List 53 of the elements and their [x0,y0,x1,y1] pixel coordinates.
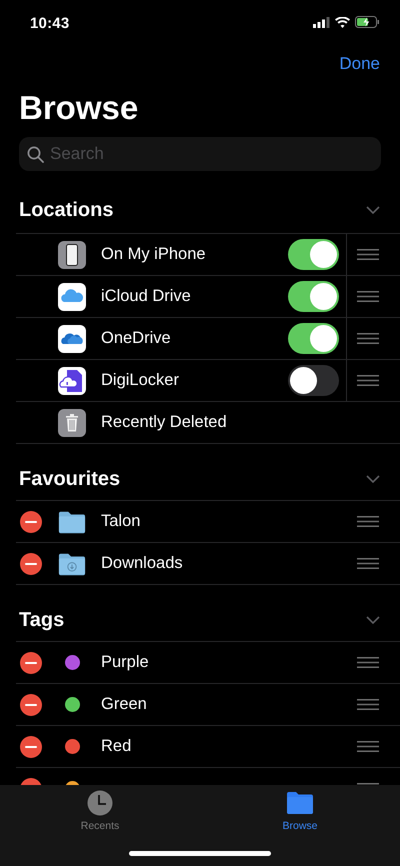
row-label[interactable]: DigiLocker [101,371,288,390]
remove-icon[interactable] [20,552,42,574]
tab-button[interactable]: Browse [200,785,400,833]
drag-handle-icon[interactable] [357,699,379,710]
row-label[interactable]: Recently Deleted [101,413,379,432]
drag-handle-icon[interactable] [357,741,379,752]
done-button[interactable]: Done [339,54,380,74]
section-header: Tags [19,609,64,631]
drag-handle-icon[interactable] [357,375,379,386]
document-cloud-icon [58,366,86,394]
drag-handle-icon[interactable] [357,558,379,569]
remove-icon[interactable] [20,510,42,532]
cloud-icon [58,282,86,310]
status-time: 10:43 [30,14,70,32]
toggle-switch[interactable] [288,281,339,312]
row-label[interactable]: Talon [101,512,357,531]
drag-handle-icon[interactable] [357,333,379,344]
toggle-switch[interactable] [288,239,339,270]
page-title: Browse [19,88,140,128]
section-header: Locations [19,199,114,221]
row-label[interactable]: OneDrive [101,329,288,348]
remove-icon[interactable] [20,652,42,674]
folder-icon [58,510,86,534]
row-label[interactable]: On My iPhone [101,245,288,264]
drag-handle-icon[interactable] [357,516,379,527]
trash-icon [58,408,86,436]
drag-handle-icon[interactable] [357,291,379,302]
folder-icon [287,792,313,814]
chevron-icon[interactable] [366,206,380,214]
search-icon [27,146,44,162]
remove-icon[interactable] [20,694,42,716]
drag-handle-icon[interactable] [357,249,379,260]
row-label[interactable]: Red [101,737,357,756]
row-label[interactable]: Purple [101,653,357,672]
search-field[interactable]: Search [19,137,381,171]
remove-icon[interactable] [20,736,42,758]
cloud-icon [58,324,86,352]
download-folder-icon [58,552,86,576]
row-label[interactable]: Downloads [101,554,357,573]
chevron-icon[interactable] [366,475,380,483]
row-label[interactable]: iCloud Drive [101,287,288,306]
section-header: Favourites [19,468,120,490]
tab-button[interactable]: Recents [0,785,200,833]
chevron-icon[interactable] [366,616,380,624]
toggle-switch[interactable] [288,323,339,354]
drag-handle-icon[interactable] [357,657,379,668]
clock-icon [87,790,113,816]
signal-icon [313,16,330,28]
wifi-icon [335,16,350,28]
toggle-switch[interactable] [288,365,339,396]
battery-icon [355,16,380,28]
row-label[interactable]: Green [101,695,357,714]
phone-icon [58,240,86,268]
